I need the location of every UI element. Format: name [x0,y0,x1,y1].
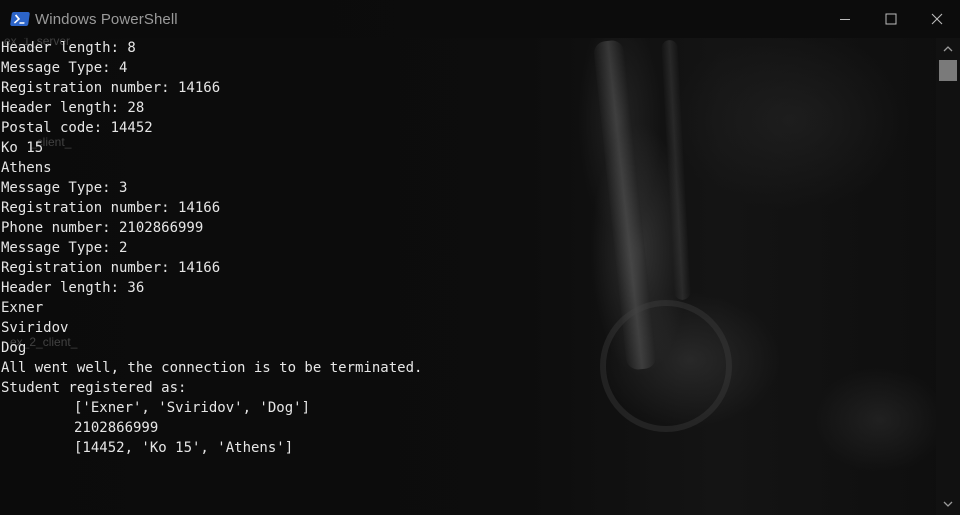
console-line: Sviridov [1,320,69,336]
title-bar[interactable]: Windows PowerShell [0,0,960,38]
chevron-up-icon [943,46,953,52]
console-output[interactable]: Header length: 8 Message Type: 4 Registr… [0,38,936,515]
console-line: Registration number: 14166 [1,260,221,276]
scroll-up-button[interactable] [936,40,960,58]
console-line: Phone number: 2102866999 [1,220,204,236]
scroll-down-button[interactable] [936,495,960,513]
console-line: Message Type: 2 [1,240,128,256]
window-controls [822,0,960,38]
console-line: Message Type: 4 [1,60,128,76]
console-line: Message Type: 3 [1,180,128,196]
console-line: Registration number: 14166 [1,200,221,216]
console-line: All went well, the connection is to be t… [1,360,423,376]
chevron-down-icon [943,501,953,507]
maximize-icon [885,13,897,25]
console-line: Ko 15 [1,140,44,156]
minimize-button[interactable] [822,0,868,38]
console-line: Student registered as: [1,380,187,396]
console-line-indented: ['Exner', 'Sviridov', 'Dog'] [74,400,311,416]
console-line: Header length: 8 [1,40,136,56]
console-line-indented: [14452, 'Ko 15', 'Athens'] [74,440,294,456]
minimize-icon [840,19,850,20]
console-line: Postal code: 14452 [1,120,153,136]
scrollbar-thumb[interactable] [939,60,957,81]
console-line-indented: 2102866999 [74,420,159,436]
console-line: Exner [1,300,44,316]
vertical-scrollbar[interactable] [936,38,960,515]
console-line: Registration number: 14166 [1,80,221,96]
close-icon [931,13,943,25]
powershell-icon [10,12,30,26]
window-title: Windows PowerShell [35,10,178,28]
close-button[interactable] [914,0,960,38]
console-line: Athens [1,160,52,176]
console-line: Dog [1,340,27,356]
console-line: Header length: 36 [1,280,145,296]
console-line: Header length: 28 [1,100,145,116]
powershell-window: ex_1_server _client_ ex_2_client_ Window… [0,0,960,515]
maximize-button[interactable] [868,0,914,38]
